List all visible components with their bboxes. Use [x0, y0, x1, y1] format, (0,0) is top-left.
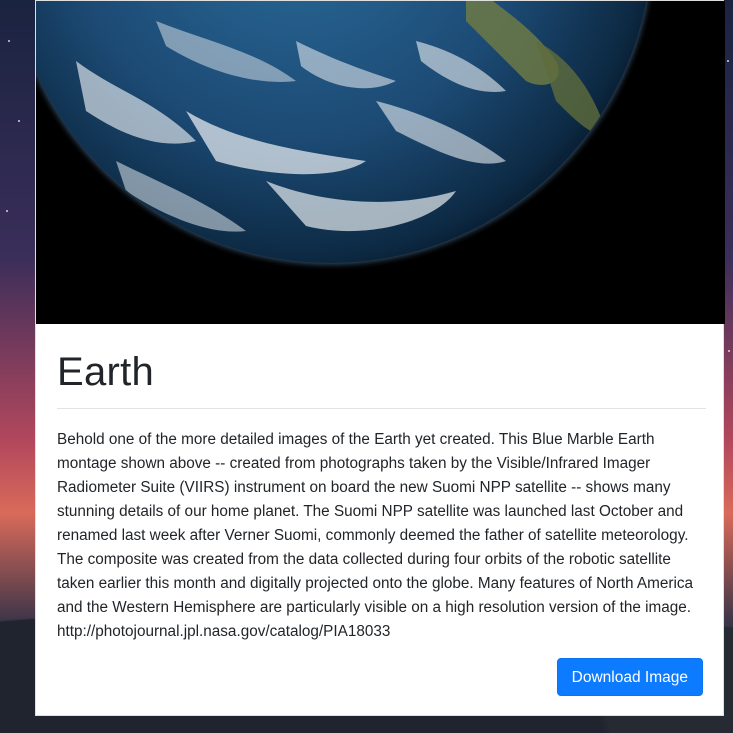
card-title: Earth	[57, 350, 155, 394]
title-divider	[57, 408, 706, 409]
image-card: Earth Behold one of the more detailed im…	[35, 0, 725, 716]
card-description: Behold one of the more detailed images o…	[57, 431, 694, 640]
card-body: Earth Behold one of the more detailed im…	[57, 324, 706, 644]
download-image-button[interactable]: Download Image	[556, 658, 703, 696]
earth-image	[36, 1, 725, 324]
